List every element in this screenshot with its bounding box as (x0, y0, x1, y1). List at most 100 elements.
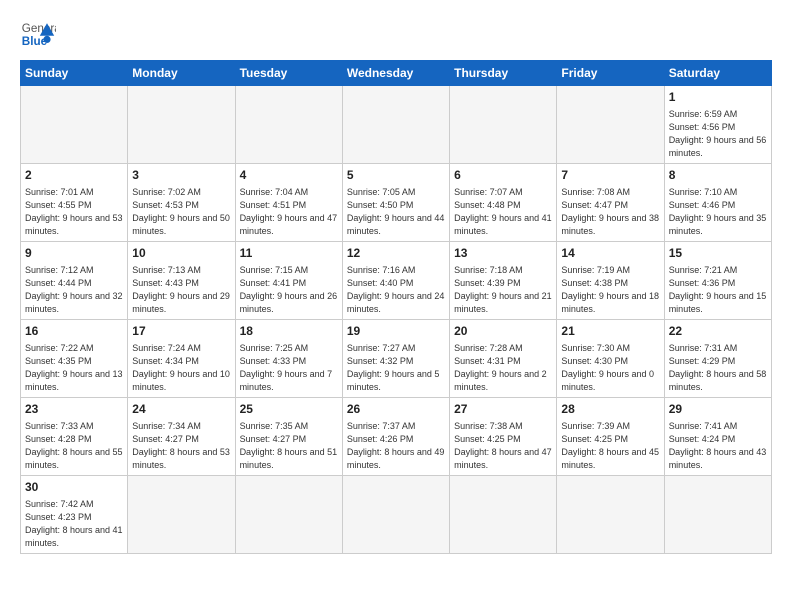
calendar-week-row: 9Sunrise: 7:12 AM Sunset: 4:44 PM Daylig… (21, 241, 772, 319)
generalblue-logo-icon: General Blue (20, 16, 56, 52)
day-info: Sunrise: 7:42 AM Sunset: 4:23 PM Dayligh… (25, 498, 123, 550)
day-number: 23 (25, 401, 123, 418)
day-info: Sunrise: 7:18 AM Sunset: 4:39 PM Dayligh… (454, 264, 552, 316)
day-info: Sunrise: 7:13 AM Sunset: 4:43 PM Dayligh… (132, 264, 230, 316)
day-number: 1 (669, 89, 767, 106)
day-number: 27 (454, 401, 552, 418)
calendar-day-cell: 19 Sunrise: 7:27 AM Sunset: 4:32 PM Dayli… (342, 319, 449, 397)
calendar-day-cell (342, 475, 449, 553)
day-info: Sunrise: 7:41 AM Sunset: 4:24 PM Dayligh… (669, 420, 767, 472)
calendar-day-cell: 29Sunrise: 7:41 AM Sunset: 4:24 PM Dayli… (664, 397, 771, 475)
day-info: Sunrise: 7:28 AM Sunset: 4:31 PM Dayligh… (454, 342, 552, 394)
day-number: 6 (454, 167, 552, 184)
calendar-day-cell: 18Sunrise: 7:25 AM Sunset: 4:33 PM Dayli… (235, 319, 342, 397)
day-number: 30 (25, 479, 123, 496)
calendar-day-cell (128, 86, 235, 164)
calendar-day-cell: 30 Sunrise: 7:42 AM Sunset: 4:23 PM Dayli… (21, 475, 128, 553)
calendar-day-cell: 5Sunrise: 7:05 AM Sunset: 4:50 PM Daylig… (342, 163, 449, 241)
day-number: 2 (25, 167, 123, 184)
calendar-day-cell: 23 Sunrise: 7:33 AM Sunset: 4:28 PM Dayli… (21, 397, 128, 475)
day-info: Sunrise: 7:04 AM Sunset: 4:51 PM Dayligh… (240, 186, 338, 238)
weekday-header-monday: Monday (128, 61, 235, 86)
calendar-day-cell (557, 475, 664, 553)
calendar-day-cell (450, 475, 557, 553)
calendar-day-cell (235, 475, 342, 553)
svg-text:Blue: Blue (22, 35, 48, 48)
calendar-day-cell: 28 Sunrise: 7:39 AM Sunset: 4:25 PM Dayli… (557, 397, 664, 475)
day-number: 9 (25, 245, 123, 262)
calendar-day-cell: 10 Sunrise: 7:13 AM Sunset: 4:43 PM Dayli… (128, 241, 235, 319)
weekday-header-sunday: Sunday (21, 61, 128, 86)
day-number: 15 (669, 245, 767, 262)
day-info: Sunrise: 7:25 AM Sunset: 4:33 PM Dayligh… (240, 342, 338, 394)
calendar-day-cell: 25Sunrise: 7:35 AM Sunset: 4:27 PM Dayli… (235, 397, 342, 475)
day-number: 3 (132, 167, 230, 184)
day-number: 28 (561, 401, 659, 418)
calendar-day-cell: 4 Sunrise: 7:04 AM Sunset: 4:51 PM Daylig… (235, 163, 342, 241)
calendar-day-cell: 26 Sunrise: 7:37 AM Sunset: 4:26 PM Dayli… (342, 397, 449, 475)
calendar-day-cell: 27Sunrise: 7:38 AM Sunset: 4:25 PM Dayli… (450, 397, 557, 475)
calendar-day-cell: 15Sunrise: 7:21 AM Sunset: 4:36 PM Dayli… (664, 241, 771, 319)
calendar-day-cell (450, 86, 557, 164)
day-number: 25 (240, 401, 338, 418)
day-info: Sunrise: 7:31 AM Sunset: 4:29 PM Dayligh… (669, 342, 767, 394)
day-info: Sunrise: 7:10 AM Sunset: 4:46 PM Dayligh… (669, 186, 767, 238)
day-number: 19 (347, 323, 445, 340)
day-info: Sunrise: 7:22 AM Sunset: 4:35 PM Dayligh… (25, 342, 123, 394)
calendar-week-row: 2Sunrise: 7:01 AM Sunset: 4:55 PM Daylig… (21, 163, 772, 241)
weekday-header-tuesday: Tuesday (235, 61, 342, 86)
calendar-day-cell: 3 Sunrise: 7:02 AM Sunset: 4:53 PM Daylig… (128, 163, 235, 241)
day-info: Sunrise: 7:24 AM Sunset: 4:34 PM Dayligh… (132, 342, 230, 394)
day-number: 11 (240, 245, 338, 262)
day-number: 8 (669, 167, 767, 184)
calendar-table: SundayMondayTuesdayWednesdayThursdayFrid… (20, 60, 772, 554)
day-number: 12 (347, 245, 445, 262)
day-info: Sunrise: 7:34 AM Sunset: 4:27 PM Dayligh… (132, 420, 230, 472)
day-number: 10 (132, 245, 230, 262)
calendar-day-cell (235, 86, 342, 164)
weekday-header-thursday: Thursday (450, 61, 557, 86)
day-number: 21 (561, 323, 659, 340)
calendar-day-cell (557, 86, 664, 164)
day-info: Sunrise: 7:05 AM Sunset: 4:50 PM Dayligh… (347, 186, 445, 238)
day-info: Sunrise: 7:07 AM Sunset: 4:48 PM Dayligh… (454, 186, 552, 238)
day-info: Sunrise: 7:30 AM Sunset: 4:30 PM Dayligh… (561, 342, 659, 394)
day-number: 13 (454, 245, 552, 262)
calendar-day-cell: 2Sunrise: 7:01 AM Sunset: 4:55 PM Daylig… (21, 163, 128, 241)
calendar-day-cell: 7 Sunrise: 7:08 AM Sunset: 4:47 PM Daylig… (557, 163, 664, 241)
calendar-week-row: 16 Sunrise: 7:22 AM Sunset: 4:35 PM Dayli… (21, 319, 772, 397)
header: General Blue (20, 16, 772, 52)
day-info: Sunrise: 7:02 AM Sunset: 4:53 PM Dayligh… (132, 186, 230, 238)
day-number: 7 (561, 167, 659, 184)
day-number: 16 (25, 323, 123, 340)
calendar-day-cell: 22 Sunrise: 7:31 AM Sunset: 4:29 PM Dayli… (664, 319, 771, 397)
weekday-header-wednesday: Wednesday (342, 61, 449, 86)
calendar-day-cell: 11 Sunrise: 7:15 AM Sunset: 4:41 PM Dayli… (235, 241, 342, 319)
day-number: 22 (669, 323, 767, 340)
weekday-header-friday: Friday (557, 61, 664, 86)
day-number: 4 (240, 167, 338, 184)
calendar-day-cell: 6 Sunrise: 7:07 AM Sunset: 4:48 PM Daylig… (450, 163, 557, 241)
calendar-day-cell: 24Sunrise: 7:34 AM Sunset: 4:27 PM Dayli… (128, 397, 235, 475)
calendar-day-cell: 1Sunrise: 6:59 AM Sunset: 4:56 PM Daylig… (664, 86, 771, 164)
day-info: Sunrise: 7:33 AM Sunset: 4:28 PM Dayligh… (25, 420, 123, 472)
day-info: Sunrise: 7:15 AM Sunset: 4:41 PM Dayligh… (240, 264, 338, 316)
day-number: 17 (132, 323, 230, 340)
day-number: 26 (347, 401, 445, 418)
weekday-header-row: SundayMondayTuesdayWednesdayThursdayFrid… (21, 61, 772, 86)
day-info: Sunrise: 7:39 AM Sunset: 4:25 PM Dayligh… (561, 420, 659, 472)
day-info: Sunrise: 7:19 AM Sunset: 4:38 PM Dayligh… (561, 264, 659, 316)
day-number: 14 (561, 245, 659, 262)
calendar-week-row: 30 Sunrise: 7:42 AM Sunset: 4:23 PM Dayli… (21, 475, 772, 553)
day-info: Sunrise: 7:37 AM Sunset: 4:26 PM Dayligh… (347, 420, 445, 472)
weekday-header-saturday: Saturday (664, 61, 771, 86)
calendar-day-cell: 17 Sunrise: 7:24 AM Sunset: 4:34 PM Dayli… (128, 319, 235, 397)
page: General Blue SundayMondayTuesdayWednesda… (0, 0, 792, 612)
calendar-week-row: 23 Sunrise: 7:33 AM Sunset: 4:28 PM Dayli… (21, 397, 772, 475)
day-info: Sunrise: 7:27 AM Sunset: 4:32 PM Dayligh… (347, 342, 445, 394)
logo: General Blue (20, 16, 56, 52)
calendar-week-row: 1Sunrise: 6:59 AM Sunset: 4:56 PM Daylig… (21, 86, 772, 164)
day-info: Sunrise: 7:08 AM Sunset: 4:47 PM Dayligh… (561, 186, 659, 238)
calendar-day-cell (128, 475, 235, 553)
calendar-day-cell: 12Sunrise: 7:16 AM Sunset: 4:40 PM Dayli… (342, 241, 449, 319)
